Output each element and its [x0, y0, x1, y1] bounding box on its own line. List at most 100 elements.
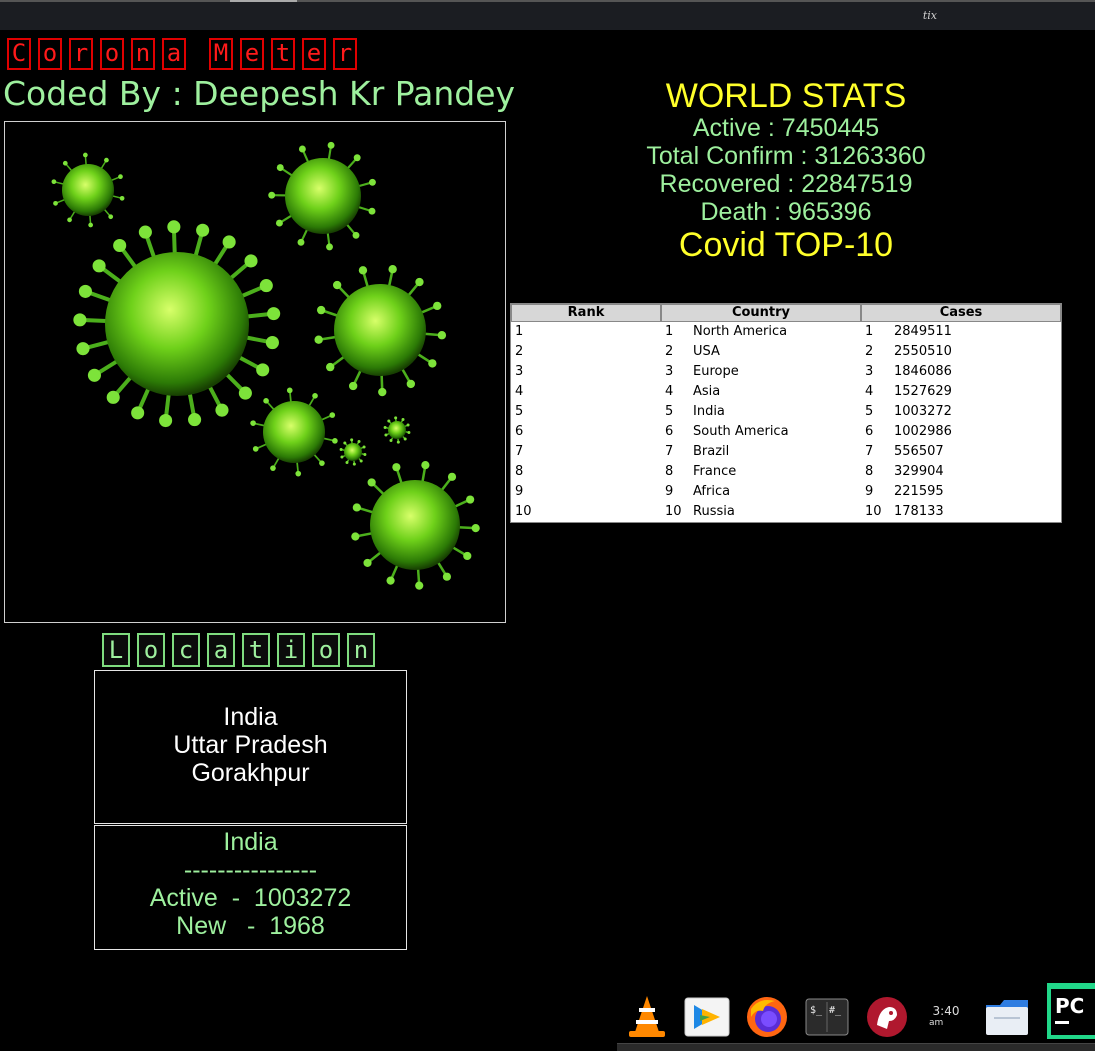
files-icon[interactable] [984, 997, 1030, 1037]
cases-value: 1527629 [894, 384, 952, 399]
world-active: Active : 7450445 [692, 114, 880, 142]
playonlinux-icon[interactable] [684, 997, 730, 1037]
country-name: France [693, 464, 737, 479]
cases-value: 556507 [894, 444, 944, 459]
column-header-cases[interactable]: Cases [861, 304, 1061, 322]
cases-cell: 7 556507 [861, 442, 1061, 462]
table-row[interactable]: 5 5 India 5 1003272 [511, 402, 1061, 422]
country-index: 8 [665, 464, 674, 479]
clock[interactable]: 3:40 am [929, 1004, 963, 1028]
rank-cell: 8 [515, 464, 524, 479]
cases-index: 3 [865, 364, 874, 379]
location-letter: a [207, 633, 235, 667]
top10-table[interactable]: Rank Country Cases 1 1 North America 1 28495… [510, 303, 1062, 523]
world-stats-heading: WORLD STATS [665, 77, 907, 115]
dock-shelf [617, 1043, 1095, 1051]
cases-index: 7 [865, 444, 874, 459]
gimp-icon[interactable] [865, 995, 909, 1039]
app-title: C o r o n a M e t e r [7, 38, 357, 70]
location-box: India Uttar Pradesh Gorakhpur [94, 670, 407, 824]
cases-value: 329904 [894, 464, 944, 479]
location-state: Uttar Pradesh [173, 731, 328, 759]
country-index: 4 [665, 384, 674, 399]
country-index: 9 [665, 484, 674, 499]
pycharm-icon[interactable]: PC [1047, 983, 1095, 1039]
title-letter: e [240, 38, 264, 70]
table-row[interactable]: 6 6 South America 6 1002986 [511, 422, 1061, 442]
country-cell: 3 Europe [661, 362, 861, 382]
table-row[interactable]: 9 9 Africa 9 221595 [511, 482, 1061, 502]
cases-index: 4 [865, 384, 874, 399]
location-letter: c [172, 633, 200, 667]
title-letter: a [162, 38, 186, 70]
svg-text:#_: #_ [829, 1005, 842, 1016]
country-index: 5 [665, 404, 674, 419]
table-row[interactable]: 2 2 USA 2 2550510 [511, 342, 1061, 362]
cases-cell: 2 2550510 [861, 342, 1061, 362]
location-city: Gorakhpur [191, 759, 310, 787]
table-row[interactable]: 8 8 France 8 329904 [511, 462, 1061, 482]
location-letter: L [102, 633, 130, 667]
country-name: India [693, 404, 725, 419]
table-row[interactable]: 1 1 North America 1 2849511 [511, 322, 1061, 342]
column-header-country[interactable]: Country [661, 304, 861, 322]
cases-index: 8 [865, 464, 874, 479]
title-letter: t [271, 38, 295, 70]
location-country: India [223, 703, 278, 731]
cases-index: 2 [865, 344, 874, 359]
cases-value: 1846086 [894, 364, 952, 379]
cases-value: 178133 [894, 504, 944, 519]
world-stats: WORLD STATS Active : 7450445 Total Confi… [510, 78, 1062, 264]
country-cell: 9 Africa [661, 482, 861, 502]
location-letter: i [277, 633, 305, 667]
country-info-box: India ---------------- Active - 1003272 … [94, 825, 407, 950]
svg-text:PC: PC [1055, 994, 1084, 1018]
table-row[interactable]: 7 7 Brazil 7 556507 [511, 442, 1061, 462]
tab-strip-active-segment [230, 0, 297, 2]
divider-line: ---------------- [183, 856, 318, 884]
country-name: Africa [693, 484, 731, 499]
title-gap [193, 38, 202, 70]
table-body: 1 1 North America 1 2849511 2 2 USA 2 2550510 3 3 Eu… [511, 322, 1061, 522]
table-row[interactable]: 4 4 Asia 4 1527629 [511, 382, 1061, 402]
title-letter: r [69, 38, 93, 70]
cases-index: 10 [865, 504, 882, 519]
rank-cell: 2 [515, 344, 524, 359]
location-title: L o c a t i o n [102, 633, 375, 667]
cases-cell: 6 1002986 [861, 422, 1061, 442]
location-letter: n [347, 633, 375, 667]
top10-heading: Covid TOP-10 [678, 226, 894, 264]
author-credit: Coded By : Deepesh Kr Pandey [3, 74, 516, 113]
country-index: 6 [665, 424, 674, 439]
cases-index: 5 [865, 404, 874, 419]
cases-index: 6 [865, 424, 874, 439]
top-bar: tix [0, 0, 1095, 30]
column-header-rank[interactable]: Rank [511, 304, 661, 322]
title-letter: e [302, 38, 326, 70]
title-letter: M [209, 38, 233, 70]
country-name: South America [693, 424, 789, 439]
clock-time: 3:40 [932, 1004, 960, 1018]
title-letter: o [38, 38, 62, 70]
cases-cell: 3 1846086 [861, 362, 1061, 382]
country-name: North America [693, 324, 788, 339]
rank-cell: 1 [515, 324, 524, 339]
country-index: 3 [665, 364, 674, 379]
country-index: 1 [665, 324, 674, 339]
firefox-icon[interactable] [745, 995, 789, 1039]
location-letter: o [312, 633, 340, 667]
terminal-icon[interactable]: $_ #_ [805, 998, 849, 1036]
cases-cell: 4 1527629 [861, 382, 1061, 402]
vlc-icon[interactable] [625, 994, 669, 1040]
table-row[interactable]: 3 3 Europe 3 1846086 [511, 362, 1061, 382]
country-name: Asia [693, 384, 721, 399]
table-row[interactable]: 10 10 Russia 10 178133 [511, 502, 1061, 522]
title-letter: n [131, 38, 155, 70]
title-letter: C [7, 38, 31, 70]
rank-cell: 9 [515, 484, 524, 499]
cases-cell: 9 221595 [861, 482, 1061, 502]
cases-cell: 10 178133 [861, 502, 1061, 522]
country-cell: 8 France [661, 462, 861, 482]
cases-index: 1 [865, 324, 874, 339]
country-active: Active - 1003272 [149, 884, 352, 912]
